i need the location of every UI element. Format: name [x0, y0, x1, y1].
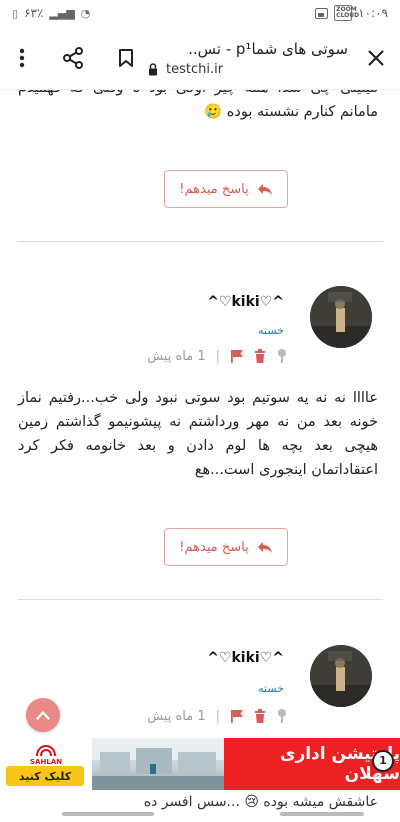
comment-divider: [18, 241, 383, 242]
ad-cta-label: کلیک کنید: [18, 769, 72, 783]
url-line: testchi.ir: [148, 62, 348, 77]
ad-brand-area: SAHLAN کلیک کنید: [0, 738, 92, 790]
pin-icon[interactable]: [276, 348, 288, 364]
report-flag-icon[interactable]: [230, 709, 244, 723]
user-role: خسته: [258, 324, 284, 337]
ad-office-photo: [92, 738, 224, 790]
page-url: testchi.ir: [166, 62, 224, 77]
browser-toolbar: سوتی های شماp¹ - تس.. testchi.ir: [0, 26, 400, 90]
nav-bar-handle: [280, 812, 364, 816]
office-image: [92, 738, 224, 790]
delete-icon[interactable]: [254, 349, 266, 363]
username[interactable]: ^♡kiki♡^: [207, 294, 284, 310]
more-menu-button[interactable]: [6, 26, 38, 90]
page-title: سوتی های شماp¹ - تس..: [188, 40, 348, 58]
username[interactable]: ^♡kiki♡^: [207, 650, 284, 666]
ad-banner[interactable]: SAHLAN کلیک کنید پارتیشن اداری سهلان 1: [0, 738, 400, 790]
avatar[interactable]: [310, 286, 372, 348]
battery-percent: ۶۳٪: [24, 6, 44, 20]
meta-separator: |: [215, 348, 220, 364]
gallery-notification-icon: [315, 7, 329, 19]
scroll-to-top-button[interactable]: [26, 698, 60, 732]
ad-brand-name: SAHLAN: [30, 758, 63, 766]
comment-time: 1 ماه پیش: [147, 348, 206, 364]
page-title-area[interactable]: سوتی های شماp¹ - تس.. testchi.ir: [148, 40, 348, 77]
zoom-notification-icon: ZOOM CLOUD: [334, 5, 360, 21]
meta-separator: |: [215, 708, 220, 724]
comment-meta: | 1 ماه پیش: [147, 348, 288, 364]
reply-label: پاسخ میدهم!: [179, 539, 249, 555]
delete-icon[interactable]: [254, 709, 266, 723]
user-role: خسته: [258, 682, 284, 695]
avatar-image: [310, 645, 372, 707]
battery-icon: ▯: [12, 6, 19, 20]
share-icon: [63, 47, 83, 69]
signal-icon: ▂▄▆: [49, 6, 75, 20]
more-vertical-icon: [19, 48, 25, 68]
close-tab-button[interactable]: [362, 26, 390, 90]
comment-divider: [18, 599, 383, 600]
comment-meta: | 1 ماه پیش: [147, 708, 288, 724]
ad-cta-button[interactable]: کلیک کنید: [6, 766, 84, 786]
reply-icon: [257, 541, 272, 553]
ad-seal-icon: 1: [372, 750, 394, 772]
wifi-icon: ◔: [80, 6, 91, 20]
lock-icon: [149, 63, 157, 76]
comments-section: میتیلی چی شد: همه چیز اوکی بود تا وقتی ک…: [0, 90, 400, 790]
avatar-image: [310, 286, 372, 348]
reply-label: پاسخ میدهم!: [179, 181, 249, 197]
status-bar: ▯ ۶۳٪ ▂▄▆ ◔ ZOOM CLOUD ۱۰:۰۹: [0, 0, 400, 26]
ad-brand-logo-icon: [36, 744, 56, 757]
status-right: ZOOM CLOUD ۱۰:۰۹: [315, 5, 388, 21]
status-left: ▯ ۶۳٪ ▂▄▆ ◔: [12, 6, 90, 20]
comment-time: 1 ماه پیش: [147, 708, 206, 724]
bookmark-button[interactable]: [110, 26, 142, 90]
close-icon: [368, 50, 384, 66]
comment-text: میتیلی چی شد: همه چیز اوکی بود تا وقتی ک…: [18, 90, 378, 120]
avatar[interactable]: [310, 645, 372, 707]
bookmark-icon: [119, 49, 133, 67]
reply-button[interactable]: پاسخ میدهم!: [164, 528, 288, 566]
reply-button[interactable]: پاسخ میدهم!: [164, 170, 288, 208]
comment-text-fragment: عاشقش میشه بوده 😢 ...سس افسر ده: [143, 794, 378, 810]
partial-comment-text: عاشقش میشه بوده 😢 ...سس افسر ده: [0, 792, 400, 822]
nav-bar-handle: [62, 812, 154, 816]
comment-text: عاااا نه نه یه سوتیم بود سوتی نبود ولی خ…: [18, 390, 378, 478]
status-time: ۱۰:۰۹: [358, 6, 388, 20]
reply-icon: [257, 183, 272, 195]
report-flag-icon[interactable]: [230, 349, 244, 363]
share-button[interactable]: [56, 26, 90, 90]
chevron-up-icon: [36, 711, 50, 720]
pin-icon[interactable]: [276, 708, 288, 724]
